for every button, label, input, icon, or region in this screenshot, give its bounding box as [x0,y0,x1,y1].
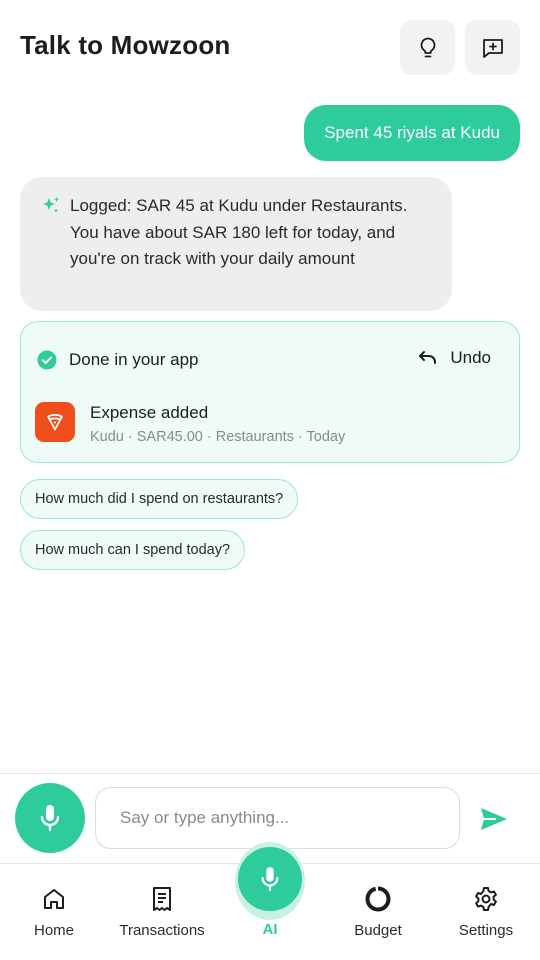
nav-settings-label: Settings [458,922,514,939]
done-status: Done in your app [37,350,198,370]
suggestion-chip[interactable]: How much can I spend today? [20,530,246,570]
undo-label: Undo [450,348,491,367]
page-title: Talk to Mowzoon [20,30,231,60]
sparkle-icon [43,197,59,213]
action-result-card: Done in your app Undo Expense added Kudu… [20,321,520,463]
send-button[interactable] [474,802,514,836]
undo-button[interactable]: Undo [418,348,491,368]
tips-button[interactable] [400,20,455,75]
nav-settings[interactable]: Settings [448,864,524,960]
restaurant-category-icon [35,402,75,442]
pizza-icon [47,413,63,431]
expense-title: Expense added [90,403,209,422]
send-icon [481,808,507,830]
ai-message-bubble: Logged: SAR 45 at Kudu under Restaurants… [20,177,452,311]
header: Talk to Mowzoon [0,0,540,96]
suggestion-chip[interactable]: How much did I spend on restaurants? [20,479,299,519]
new-chat-button[interactable] [465,20,520,75]
receipt-icon [153,887,171,911]
ai-message-text: Logged: SAR 45 at Kudu under Restaurants… [70,196,408,268]
new-chat-icon [482,38,503,58]
expense-details: Kudu · SAR45.00 · Restaurants · Today [90,429,346,445]
nav-budget-label: Budget [354,922,402,939]
microphone-icon [261,867,279,892]
done-label: Done in your app [69,350,199,369]
home-icon [44,889,64,909]
bottom-navigation: Home Transactions AI Budget Settings [0,842,540,960]
lightbulb-icon [420,37,435,57]
nav-transactions-label: Transactions [119,922,205,939]
voice-input-button[interactable] [15,783,85,853]
gear-icon [475,887,497,911]
budget-ring-icon [365,886,391,912]
microphone-icon [40,805,60,832]
undo-icon [419,351,437,364]
nav-home-label: Home [33,922,74,939]
nav-ai[interactable]: AI [230,842,310,960]
message-input[interactable] [95,787,460,849]
nav-ai-label: AI [262,921,278,938]
check-circle-icon [37,350,57,370]
nav-home[interactable]: Home [24,864,84,960]
nav-budget[interactable]: Budget [343,864,413,960]
user-message-bubble: Spent 45 riyals at Kudu [304,105,520,161]
nav-transactions[interactable]: Transactions [108,864,216,960]
ai-nav-button[interactable] [238,847,302,911]
